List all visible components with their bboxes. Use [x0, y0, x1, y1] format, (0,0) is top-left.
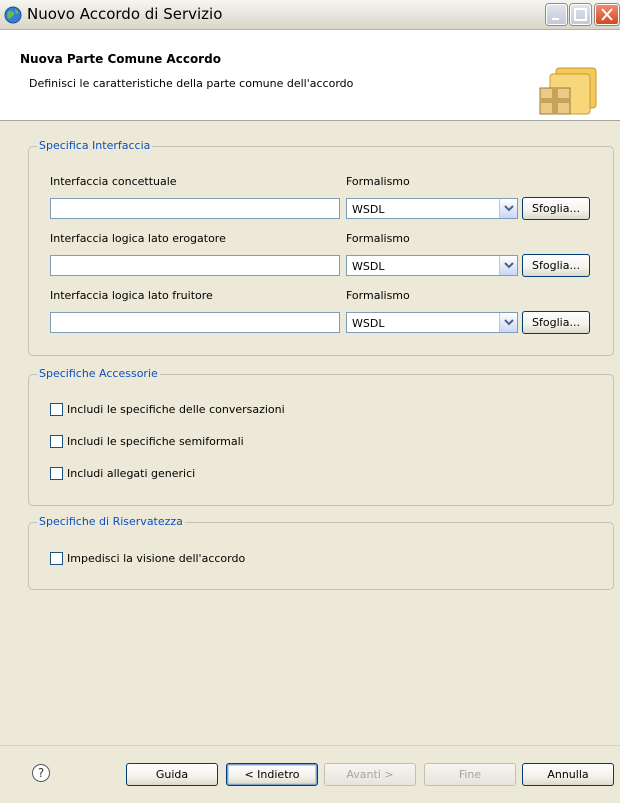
cancel-button[interactable]: Annulla [522, 763, 614, 786]
privacy-group-title: Specifiche di Riservatezza [37, 515, 185, 528]
interface-group-title: Specifica Interfaccia [37, 139, 153, 152]
wizard-page-description: Definisci le caratteristiche della parte… [29, 77, 354, 90]
close-button[interactable] [595, 4, 619, 25]
conceptual-interface-label: Interfaccia concettuale [50, 175, 177, 188]
next-button[interactable]: Avanti > [324, 763, 416, 786]
consumer-interface-field[interactable] [50, 312, 340, 333]
provider-formalism-value: WSDL [352, 260, 385, 273]
hide-agreement-checkbox-label[interactable]: Impedisci la visione dell'accordo [67, 552, 245, 565]
accessory-group-title: Specifiche Accessorie [37, 367, 160, 380]
consumer-formalism-value: WSDL [352, 317, 385, 330]
finish-button[interactable]: Fine [424, 763, 516, 786]
consumer-formalism-select[interactable]: WSDL [346, 312, 518, 333]
attachments-checkbox-label[interactable]: Includi allegati generici [67, 467, 195, 480]
conceptual-formalism-value: WSDL [352, 203, 385, 216]
help-icon[interactable]: ? [32, 764, 50, 782]
conceptual-interface-field[interactable] [50, 198, 340, 219]
provider-formalism-select[interactable]: WSDL [346, 255, 518, 276]
conversations-checkbox-label[interactable]: Includi le specifiche delle conversazion… [67, 403, 285, 416]
minimize-button[interactable] [546, 4, 567, 25]
consumer-browse-button[interactable]: Sfoglia... [522, 311, 590, 334]
hide-agreement-checkbox[interactable] [50, 552, 63, 565]
conceptual-formalism-label: Formalismo [346, 175, 410, 188]
folder-package-icon [539, 67, 597, 115]
provider-interface-label: Interfaccia logica lato erogatore [50, 232, 226, 245]
conceptual-formalism-select[interactable]: WSDL [346, 198, 518, 219]
chevron-down-icon[interactable] [499, 199, 517, 218]
semiformal-checkbox[interactable] [50, 435, 63, 448]
chevron-down-icon[interactable] [499, 313, 517, 332]
maximize-button[interactable] [570, 4, 591, 25]
wizard-header [0, 30, 620, 121]
footer-separator [0, 745, 620, 746]
semiformal-checkbox-label[interactable]: Includi le specifiche semiformali [67, 435, 244, 448]
provider-browse-button[interactable]: Sfoglia... [522, 254, 590, 277]
wizard-page-title: Nuova Parte Comune Accordo [20, 52, 221, 66]
conversations-checkbox[interactable] [50, 403, 63, 416]
minimize-icon [552, 18, 559, 20]
window-title: Nuovo Accordo di Servizio [27, 5, 223, 23]
guide-button[interactable]: Guida [126, 763, 218, 786]
conceptual-browse-button[interactable]: Sfoglia... [522, 197, 590, 220]
consumer-formalism-label: Formalismo [346, 289, 410, 302]
maximize-icon [574, 8, 587, 21]
globe-icon [4, 6, 22, 24]
provider-interface-field[interactable] [50, 255, 340, 276]
back-button[interactable]: < Indietro [226, 763, 318, 786]
chevron-down-icon[interactable] [499, 256, 517, 275]
consumer-interface-label: Interfaccia logica lato fruitore [50, 289, 213, 302]
close-icon [601, 8, 613, 21]
wizard-window: Nuovo Accordo di Servizio Nuova Parte Co… [0, 0, 620, 803]
provider-formalism-label: Formalismo [346, 232, 410, 245]
title-bar[interactable]: Nuovo Accordo di Servizio [0, 0, 620, 30]
attachments-checkbox[interactable] [50, 467, 63, 480]
